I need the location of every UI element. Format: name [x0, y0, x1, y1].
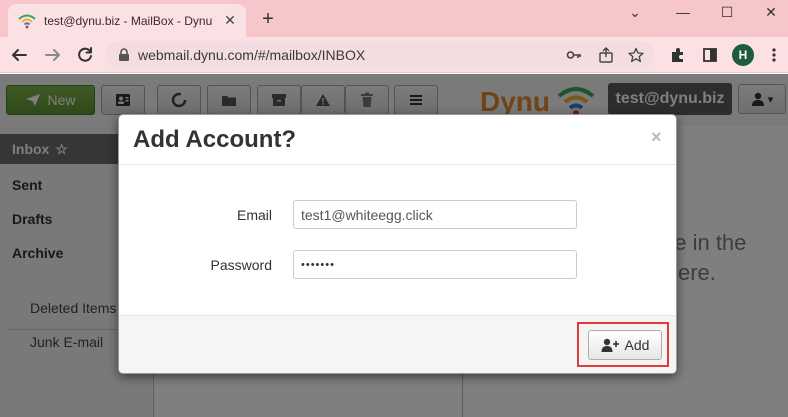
lock-icon	[119, 48, 129, 61]
email-field[interactable]	[293, 200, 577, 229]
dialog-title: Add Account?	[133, 126, 297, 153]
panel-glyph-icon	[703, 48, 717, 62]
browser-tab[interactable]: test@dynu.biz - MailBox - Dynu W ✕	[8, 4, 246, 37]
key-icon[interactable]	[566, 47, 582, 63]
password-label: Password	[210, 257, 272, 273]
profile-avatar[interactable]: H	[732, 44, 754, 66]
puzzle-glyph-icon	[672, 48, 683, 62]
extensions-puzzle-icon[interactable]	[668, 45, 688, 65]
dialog-header: Add Account? ×	[119, 115, 676, 165]
minimize-window-button[interactable]: —	[671, 2, 695, 22]
key-glyph-icon	[566, 51, 581, 59]
back-button[interactable]	[8, 44, 30, 66]
browser-tab-strip: test@dynu.biz - MailBox - Dynu W ✕ + ⌄ —…	[0, 0, 788, 37]
browser-toolbar: webmail.dynu.com/#/mailbox/INBOX H	[0, 37, 788, 73]
arrow-right-icon	[45, 49, 60, 61]
dots-vertical-icon	[772, 48, 776, 62]
maximize-window-button[interactable]: ☐	[715, 2, 739, 22]
wifi-favicon-icon	[18, 14, 36, 28]
email-label: Email	[236, 207, 272, 223]
share-icon[interactable]	[598, 47, 614, 63]
tab-close-icon[interactable]: ✕	[222, 12, 238, 29]
url-text: webmail.dynu.com/#/mailbox/INBOX	[138, 47, 366, 63]
bookmark-star-icon[interactable]	[628, 47, 644, 63]
highlight-box	[577, 322, 669, 367]
close-window-button[interactable]: ✕	[759, 2, 783, 22]
kebab-menu-icon[interactable]	[764, 45, 784, 65]
reload-button[interactable]	[74, 44, 96, 66]
address-bar[interactable]: webmail.dynu.com/#/mailbox/INBOX	[106, 41, 654, 69]
side-panel-icon[interactable]	[700, 45, 720, 65]
tab-title: test@dynu.biz - MailBox - Dynu W	[44, 13, 216, 28]
new-tab-button[interactable]: +	[258, 8, 278, 30]
arrow-left-icon	[12, 49, 27, 61]
forward-button[interactable]	[42, 44, 64, 66]
share-glyph-icon	[599, 47, 613, 63]
reload-icon	[78, 47, 92, 62]
chevron-down-icon[interactable]: ⌄	[623, 2, 647, 22]
close-icon[interactable]: ×	[651, 127, 662, 148]
password-field[interactable]: •••••••	[293, 250, 577, 279]
star-glyph-icon	[628, 47, 644, 63]
